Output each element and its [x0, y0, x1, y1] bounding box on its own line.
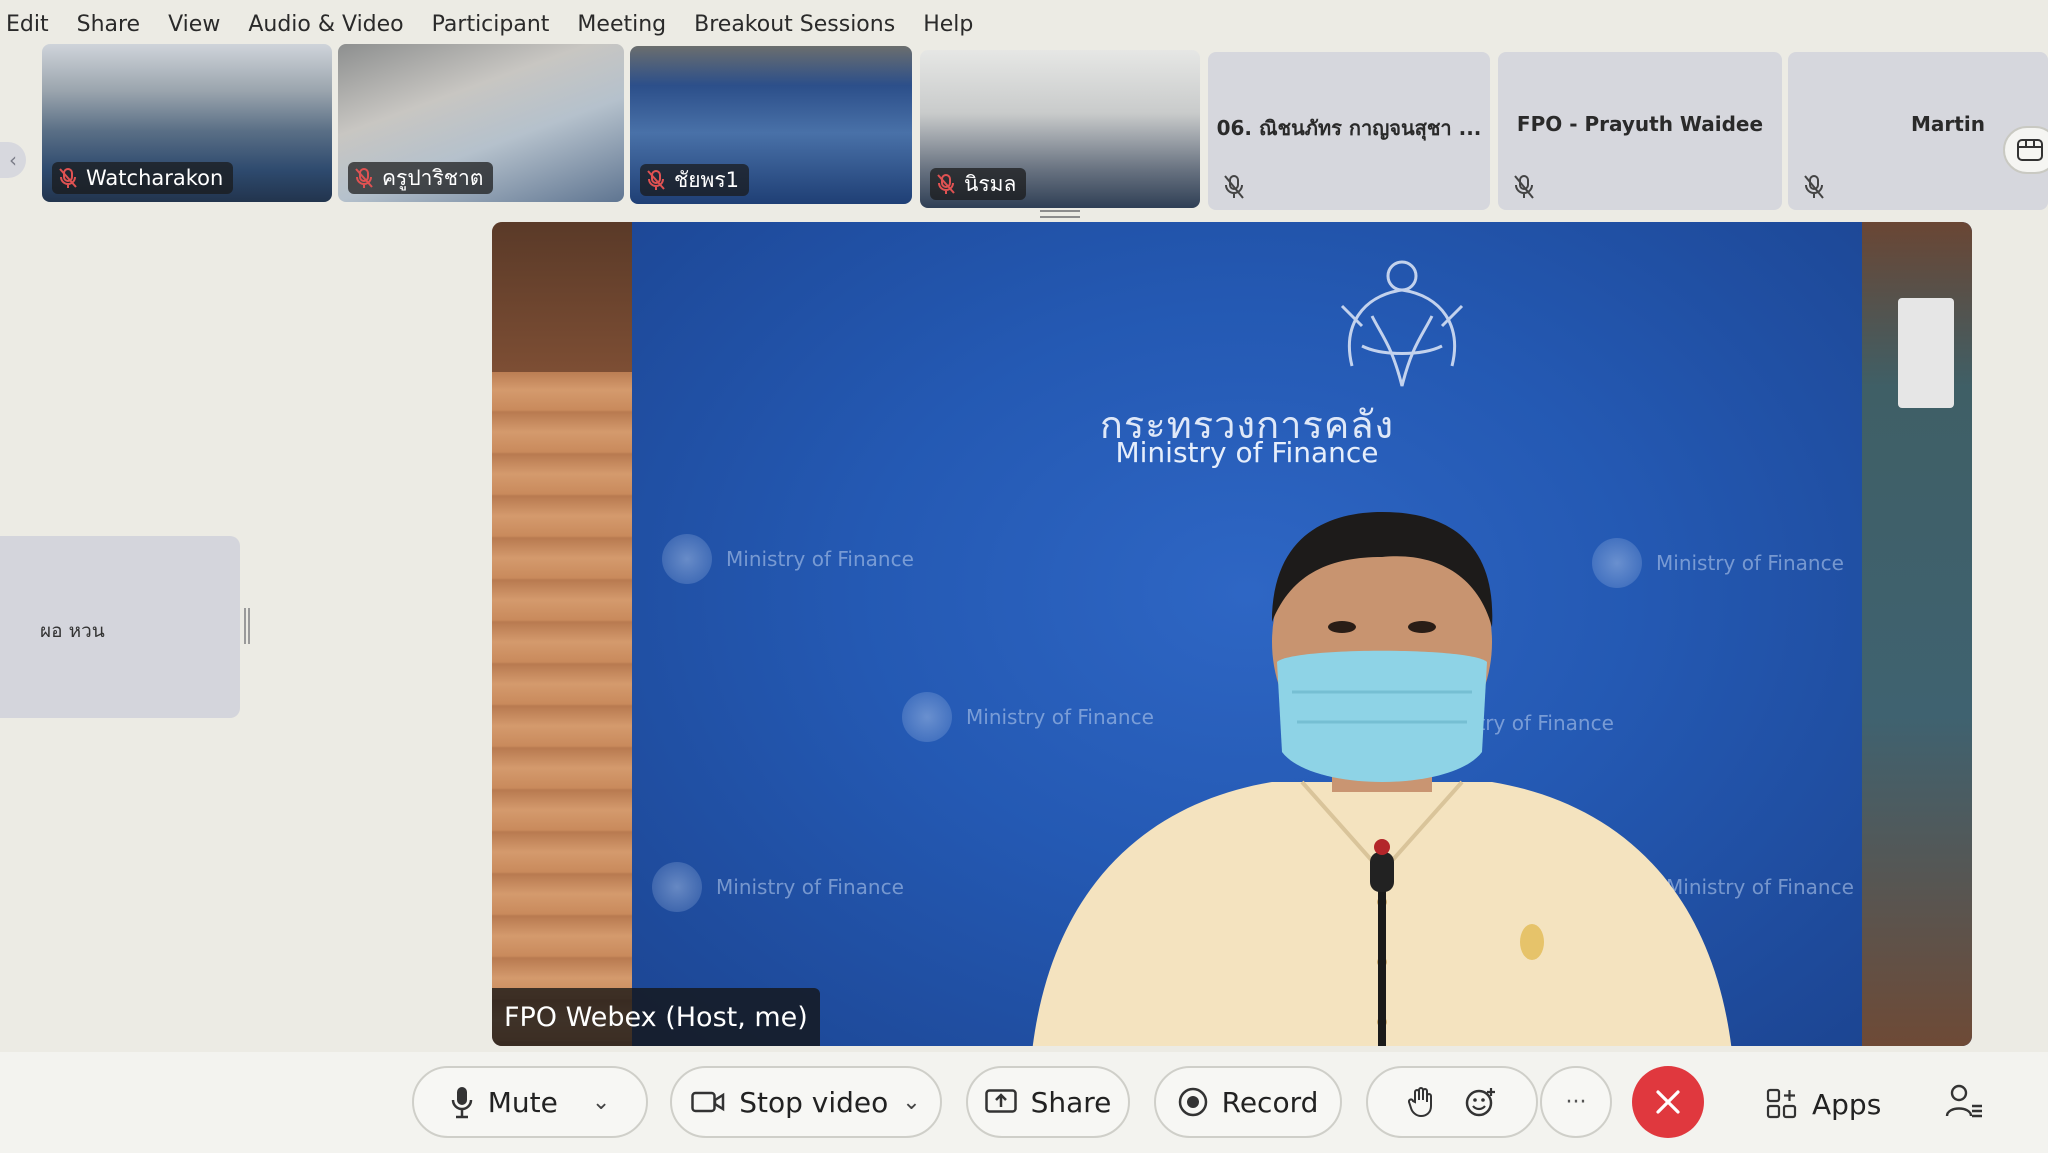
participant-strip: ‹ Watcharakon ครูปาริชาต ชัยพร1 นิรมล 06…	[0, 42, 2048, 214]
share-button[interactable]: Share	[966, 1066, 1130, 1138]
participants-icon[interactable]	[1944, 1082, 1984, 1122]
apps-button[interactable]: Apps	[1766, 1074, 1881, 1134]
participant-thumbnail[interactable]: นิรมล	[920, 50, 1200, 208]
video-camera-icon	[691, 1091, 725, 1113]
floating-participant-tile[interactable]: ผอ หวน	[0, 536, 240, 718]
chevron-down-icon[interactable]: ⌄	[592, 1090, 610, 1115]
menu-participant[interactable]: Participant	[418, 12, 564, 37]
menu-audio-video[interactable]: Audio & Video	[234, 12, 417, 37]
menu-bar: Edit Share View Audio & Video Participan…	[0, 0, 2048, 48]
backdrop-watermark: Ministry of Finance	[652, 862, 904, 912]
menu-view[interactable]: View	[154, 12, 234, 37]
strip-resize-handle[interactable]	[1040, 210, 1080, 218]
close-icon	[1656, 1090, 1680, 1114]
host-name-label: FPO Webex (Host, me)	[492, 988, 820, 1046]
reactions-group	[1366, 1066, 1538, 1138]
strip-scroll-left-button[interactable]: ‹	[0, 142, 26, 178]
record-icon	[1178, 1087, 1207, 1117]
layout-icon	[2017, 139, 2043, 161]
side-resize-handle[interactable]	[244, 608, 250, 644]
participant-tile[interactable]: Martin	[1788, 52, 2048, 210]
layout-toggle-button[interactable]	[2003, 126, 2048, 174]
participant-tile-name: ผอ หวน	[40, 620, 105, 642]
share-screen-icon	[984, 1089, 1017, 1113]
participant-name-tag: ชัยพร1	[640, 164, 750, 196]
mute-button[interactable]: Mute ⌄	[412, 1066, 648, 1138]
chevron-left-icon: ‹	[9, 148, 17, 172]
backdrop-watermark: Ministry of Finance	[662, 534, 914, 584]
emblem-watermark-icon	[652, 862, 702, 912]
microphone-icon	[451, 1087, 472, 1119]
mic-muted-icon	[59, 168, 77, 188]
more-options-button[interactable]: ···	[1540, 1066, 1612, 1138]
mic-muted-icon	[647, 170, 665, 190]
participant-name-tag: นิรมล	[930, 168, 1027, 200]
record-button[interactable]: Record	[1154, 1066, 1342, 1138]
chevron-down-icon[interactable]: ⌄	[902, 1090, 920, 1115]
meeting-toolbar: Mute ⌄ Stop video ⌄ Share Record ··· App…	[0, 1052, 2048, 1153]
emblem-watermark-icon	[662, 534, 712, 584]
mic-muted-icon	[355, 168, 373, 188]
wall-vent	[1898, 298, 1954, 408]
mic-muted-icon	[937, 174, 955, 194]
participant-tile[interactable]: 06. ณิชนภัทร กาญจนสุชา ...	[1208, 52, 1490, 210]
menu-meeting[interactable]: Meeting	[563, 12, 680, 37]
main-video[interactable]: กระทรวงการคลัง Ministry of Finance Minis…	[492, 222, 1972, 1046]
more-options-icon: ···	[1565, 1089, 1587, 1115]
leave-meeting-button[interactable]	[1632, 1066, 1704, 1138]
emblem-watermark-icon	[902, 692, 952, 742]
participant-name-tag: Watcharakon	[52, 162, 234, 194]
mic-muted-icon	[1804, 175, 1824, 199]
backdrop-banner: กระทรวงการคลัง Ministry of Finance Minis…	[632, 222, 1862, 1046]
participant-thumbnail[interactable]: ครูปาริชาต	[338, 44, 624, 202]
menu-share[interactable]: Share	[63, 12, 155, 37]
menu-edit[interactable]: Edit	[0, 12, 63, 37]
background-wall-top	[492, 222, 632, 372]
participant-tile-name: FPO - Prayuth Waidee	[1516, 112, 1764, 136]
stop-video-button[interactable]: Stop video ⌄	[670, 1066, 942, 1138]
participant-thumbnail[interactable]: ชัยพร1	[630, 46, 912, 204]
mic-muted-icon	[1514, 175, 1534, 199]
apps-grid-icon	[1766, 1088, 1797, 1119]
garuda-emblem-icon	[1340, 260, 1464, 387]
menu-help[interactable]: Help	[909, 12, 987, 37]
participant-name-tag: ครูปาริชาต	[348, 162, 494, 194]
participant-thumbnail[interactable]: Watcharakon	[42, 44, 332, 202]
presenter-figure	[1032, 512, 1732, 1046]
menu-breakout-sessions[interactable]: Breakout Sessions	[680, 12, 909, 37]
participant-tile[interactable]: FPO - Prayuth Waidee	[1498, 52, 1782, 210]
background-wall-right	[1862, 222, 1972, 1046]
raise-hand-icon[interactable]	[1408, 1086, 1434, 1118]
emoji-reaction-icon[interactable]	[1464, 1086, 1496, 1118]
mic-muted-icon	[1224, 175, 1244, 199]
participant-tile-name: 06. ณิชนภัทร กาญจนสุชา ...	[1216, 116, 1482, 140]
